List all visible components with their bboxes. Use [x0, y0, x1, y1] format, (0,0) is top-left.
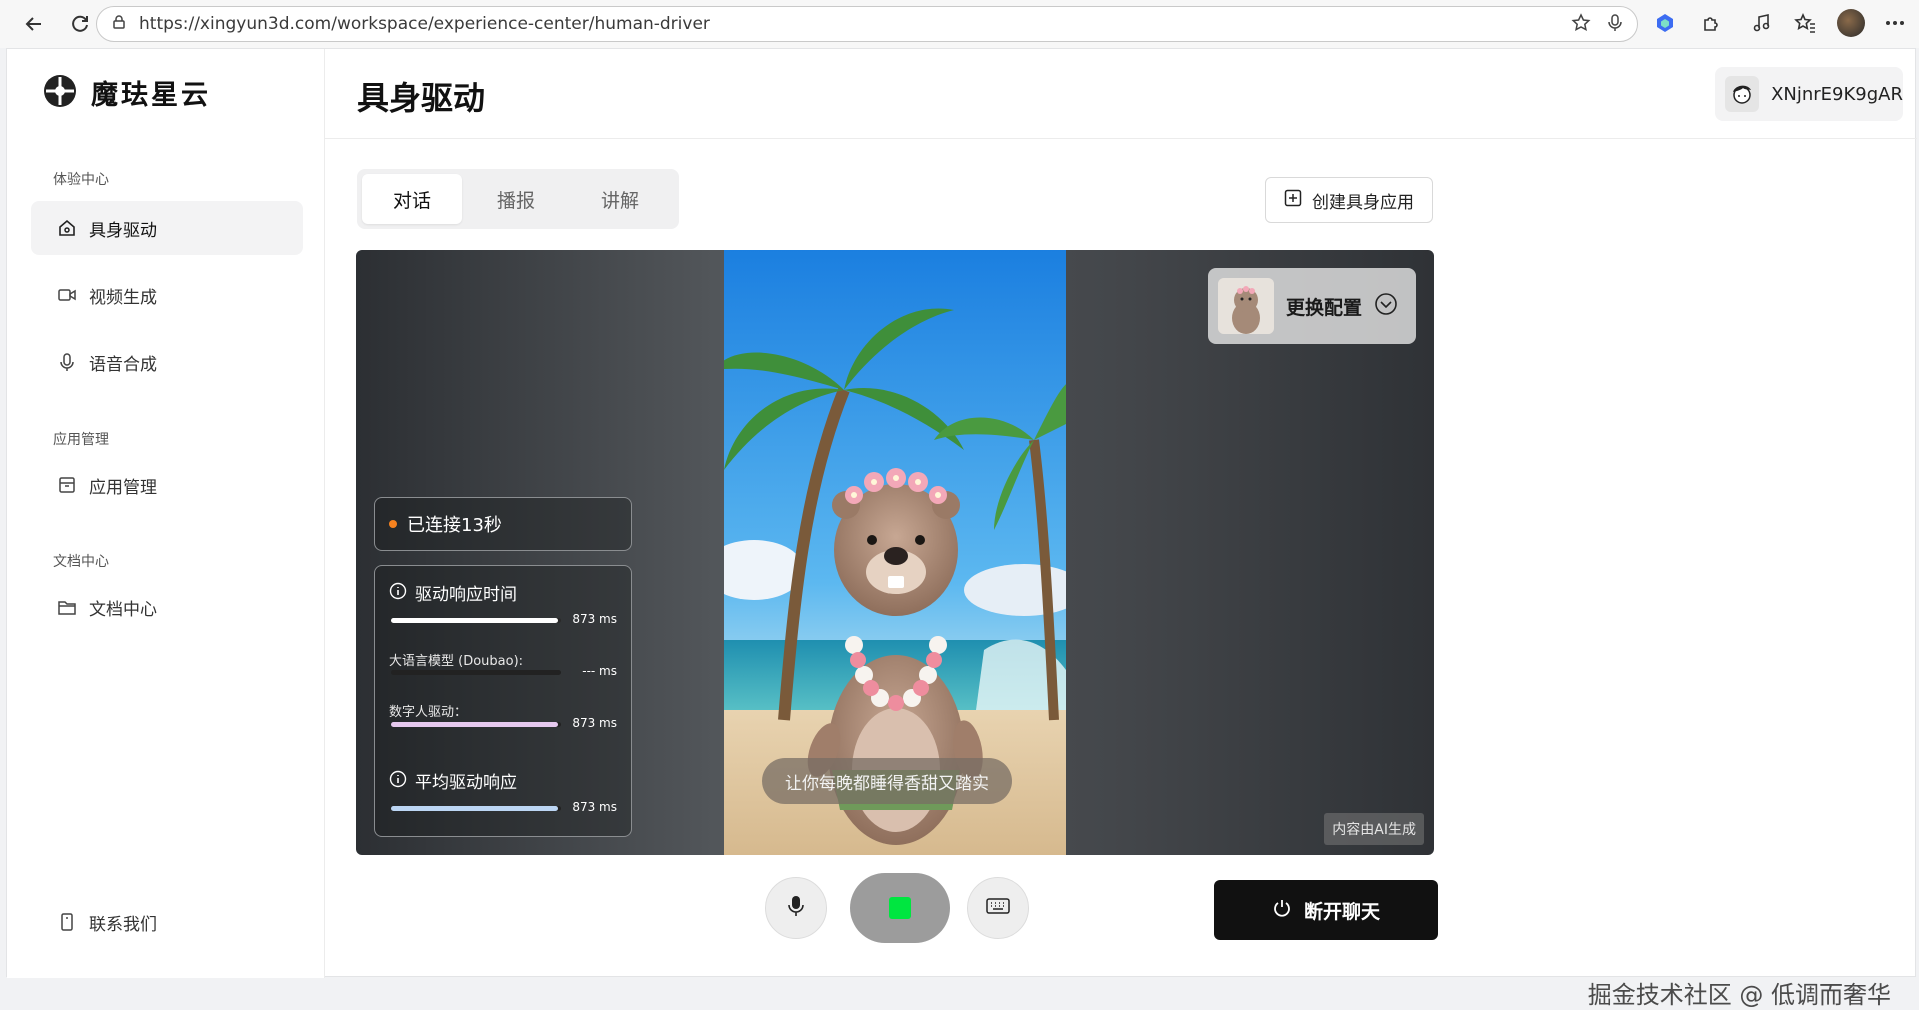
config-avatar-thumbnail [1218, 278, 1274, 334]
change-config-label: 更换配置 [1286, 296, 1363, 319]
response-time-row: 驱动响应时间 [389, 580, 517, 605]
info-icon[interactable] [389, 770, 407, 792]
contact-us-label: 联系我们 [89, 914, 157, 935]
recording-status-button[interactable] [850, 873, 950, 943]
page-header: 具身驱动 XNjnrE9K9gAR [325, 49, 1917, 139]
app-window: 魔珐星云 体验中心 具身驱动 视频生成 语音合成 应用管理 应用管理 文档中心 … [6, 48, 1917, 1009]
logo-icon [43, 74, 77, 112]
connection-status: 已连接13秒 [374, 497, 632, 551]
sidebar-item-video-generation[interactable]: 视频生成 [31, 268, 303, 322]
response-time-title: 驱动响应时间 [415, 585, 517, 605]
ai-generated-tag: 内容由AI生成 [1324, 813, 1424, 845]
home-icon [57, 218, 77, 238]
latency-panel: 驱动响应时间 873 ms 大语言模型 (Doubao): --- ms 数字人… [374, 565, 632, 837]
speech-subtitle: 让你每晚都睡得香甜又踏实 [762, 758, 1012, 804]
driver-latency-bar [391, 722, 561, 727]
keyboard-icon [986, 898, 1010, 918]
microphone-icon [787, 895, 805, 921]
tab-explain[interactable]: 讲解 [570, 174, 670, 224]
plus-square-icon [1284, 189, 1302, 212]
end-chat-label: 断开聊天 [1303, 900, 1380, 923]
user-name: XNjnrE9K9gAR [1771, 83, 1903, 105]
watermark: 掘金技术社区 @ 低调而奢华 [1587, 981, 1891, 1009]
user-avatar [1725, 76, 1760, 112]
address-bar[interactable]: https://xingyun3d.com/workspace/experien… [96, 6, 1638, 42]
back-icon[interactable] [20, 10, 48, 38]
avatar-stage: 更换配置 已连接13秒 驱动响应时间 873 ms 大语言模型 (Doubao)… [356, 250, 1434, 855]
phone-icon [57, 912, 77, 932]
sidebar-item-label: 视频生成 [89, 287, 157, 308]
media-icon[interactable] [1746, 8, 1776, 38]
star-icon[interactable] [1571, 13, 1591, 37]
extension-icon[interactable] [1650, 8, 1680, 38]
brand-logo[interactable]: 魔珐星云 [43, 73, 211, 112]
favorites-icon[interactable] [1790, 8, 1820, 38]
brand-name: 魔珐星云 [91, 80, 211, 111]
change-config-button[interactable]: 更换配置 [1208, 268, 1416, 344]
video-camera-icon [57, 285, 77, 305]
url-text[interactable]: https://xingyun3d.com/workspace/experien… [139, 14, 710, 34]
chevron-down-circle-icon [1374, 292, 1398, 320]
mic-icon[interactable] [1607, 13, 1623, 37]
sidebar-item-label: 语音合成 [89, 354, 157, 375]
driver-latency-label: 数字人驱动： [389, 705, 468, 720]
folder-icon [57, 597, 77, 617]
puzzle-icon[interactable] [1696, 8, 1726, 38]
driver-latency-value: 873 ms [572, 716, 617, 730]
create-app-label: 创建具身应用 [1312, 192, 1414, 213]
average-response-bar [391, 806, 561, 811]
profile-avatar[interactable] [1836, 8, 1866, 38]
end-chat-button[interactable]: 断开聊天 [1214, 880, 1438, 940]
sidebar-item-docs[interactable]: 文档中心 [31, 580, 303, 634]
contact-us-link[interactable]: 联系我们 [31, 895, 303, 949]
site-info-icon[interactable] [111, 14, 127, 34]
llm-latency-bar [391, 670, 561, 675]
power-icon [1272, 898, 1292, 923]
microphone-icon [57, 352, 77, 372]
microphone-button[interactable] [765, 877, 827, 939]
average-response-title: 平均驱动响应 [415, 773, 517, 793]
mode-tabs: 对话 播报 讲解 [357, 169, 679, 229]
average-response-row: 平均驱动响应 [389, 768, 517, 793]
sidebar-item-human-driver[interactable]: 具身驱动 [31, 201, 303, 255]
reload-icon[interactable] [66, 10, 94, 38]
create-app-button[interactable]: 创建具身应用 [1265, 177, 1433, 223]
status-dot [389, 520, 397, 528]
browser-toolbar: https://xingyun3d.com/workspace/experien… [0, 0, 1919, 48]
tab-broadcast[interactable]: 播报 [466, 174, 566, 224]
page-title: 具身驱动 [357, 79, 486, 117]
sidebar-item-app-management[interactable]: 应用管理 [31, 458, 303, 512]
recording-indicator [889, 897, 911, 919]
archive-icon [57, 475, 77, 495]
sidebar-item-speech-synthesis[interactable]: 语音合成 [31, 335, 303, 389]
tab-dialogue[interactable]: 对话 [362, 174, 462, 224]
more-icon[interactable] [1880, 8, 1910, 38]
sidebar-group-experience: 体验中心 [53, 172, 109, 188]
response-time-value: 873 ms [572, 612, 617, 626]
connection-status-text: 已连接13秒 [407, 515, 502, 536]
llm-latency-value: --- ms [582, 664, 617, 678]
keyboard-button[interactable] [967, 877, 1029, 939]
sidebar-item-label: 具身驱动 [89, 220, 157, 241]
sidebar-item-label: 应用管理 [89, 477, 157, 498]
llm-latency-label: 大语言模型 (Doubao): [389, 654, 524, 669]
sidebar: 魔珐星云 体验中心 具身驱动 视频生成 语音合成 应用管理 应用管理 文档中心 … [7, 49, 325, 978]
sidebar-item-label: 文档中心 [89, 599, 157, 620]
sidebar-group-docs: 文档中心 [53, 554, 109, 570]
average-response-value: 873 ms [572, 800, 617, 814]
sidebar-group-app-management: 应用管理 [53, 432, 109, 448]
user-menu[interactable]: XNjnrE9K9gAR [1715, 67, 1903, 121]
response-time-bar [391, 618, 561, 623]
info-icon[interactable] [389, 582, 407, 604]
